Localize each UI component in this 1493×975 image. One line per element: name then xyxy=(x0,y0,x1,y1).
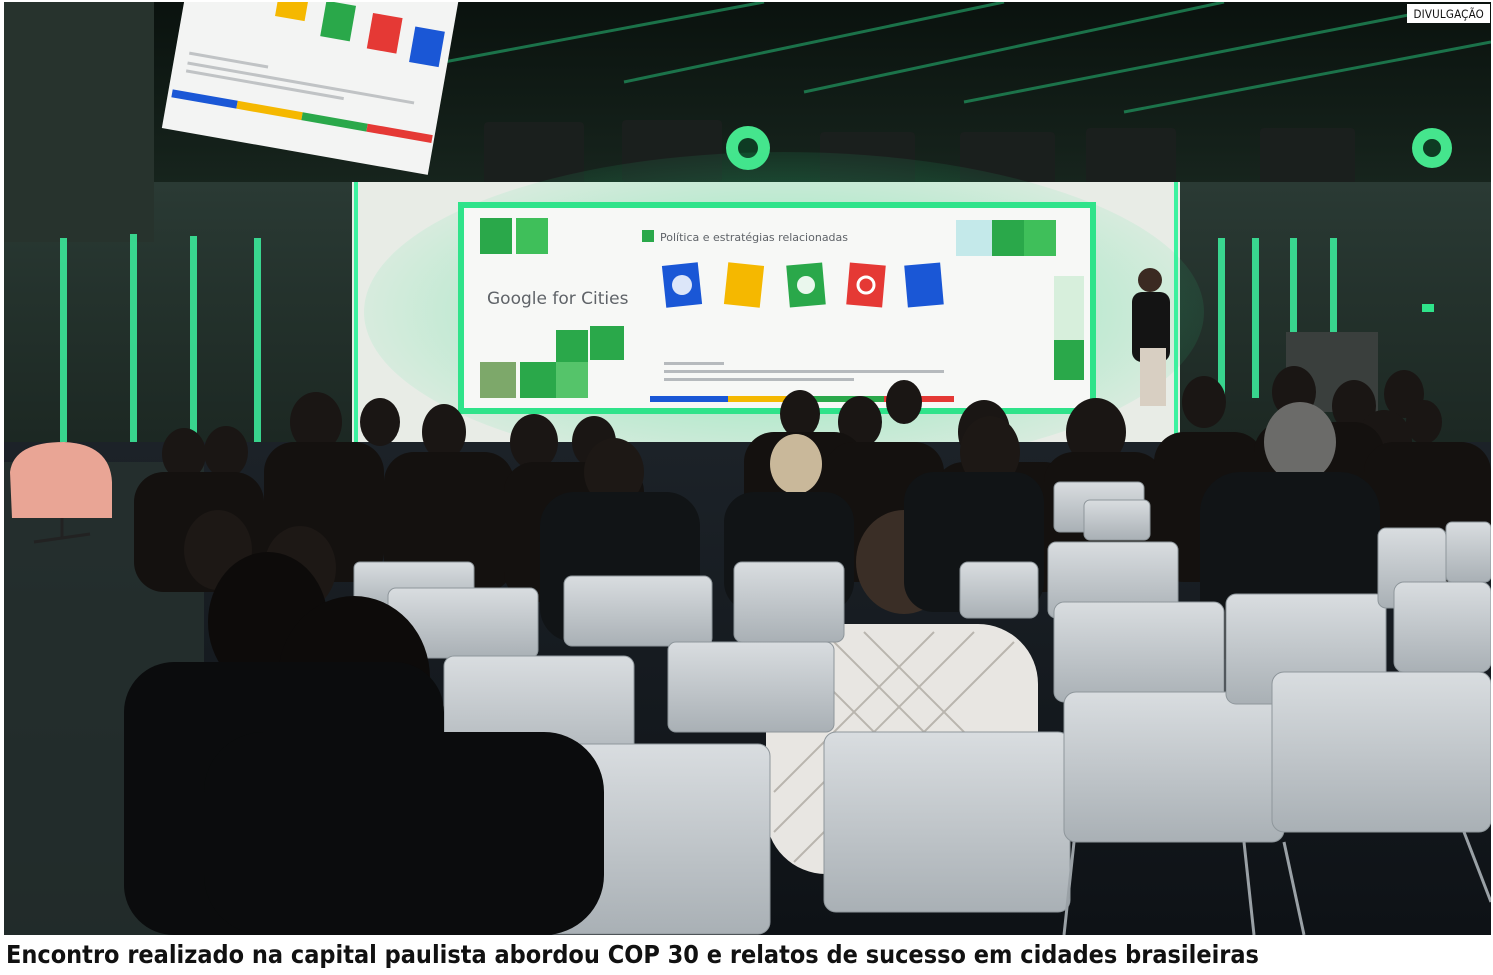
event-photo: Google for Cities Política e estratégias… xyxy=(4,2,1491,935)
factory-icon xyxy=(904,262,944,308)
recycle-icon-monitor xyxy=(366,12,403,54)
photo-caption: Encontro realizado na capital paulista a… xyxy=(4,936,1263,973)
screen-heading: Política e estratégias relacionadas xyxy=(660,231,848,244)
pencil-icon xyxy=(723,262,765,308)
photo-credit: DIVULGAÇÃO xyxy=(1407,4,1490,23)
event-photo-illustration: Google for Cities Política e estratégias… xyxy=(4,2,1491,935)
recycle-icon xyxy=(846,262,886,308)
factory-icon-monitor xyxy=(409,26,445,68)
main-screen: Google for Cities Política e estratégias… xyxy=(458,202,1096,414)
screen-brand: Google for Cities xyxy=(487,289,629,309)
